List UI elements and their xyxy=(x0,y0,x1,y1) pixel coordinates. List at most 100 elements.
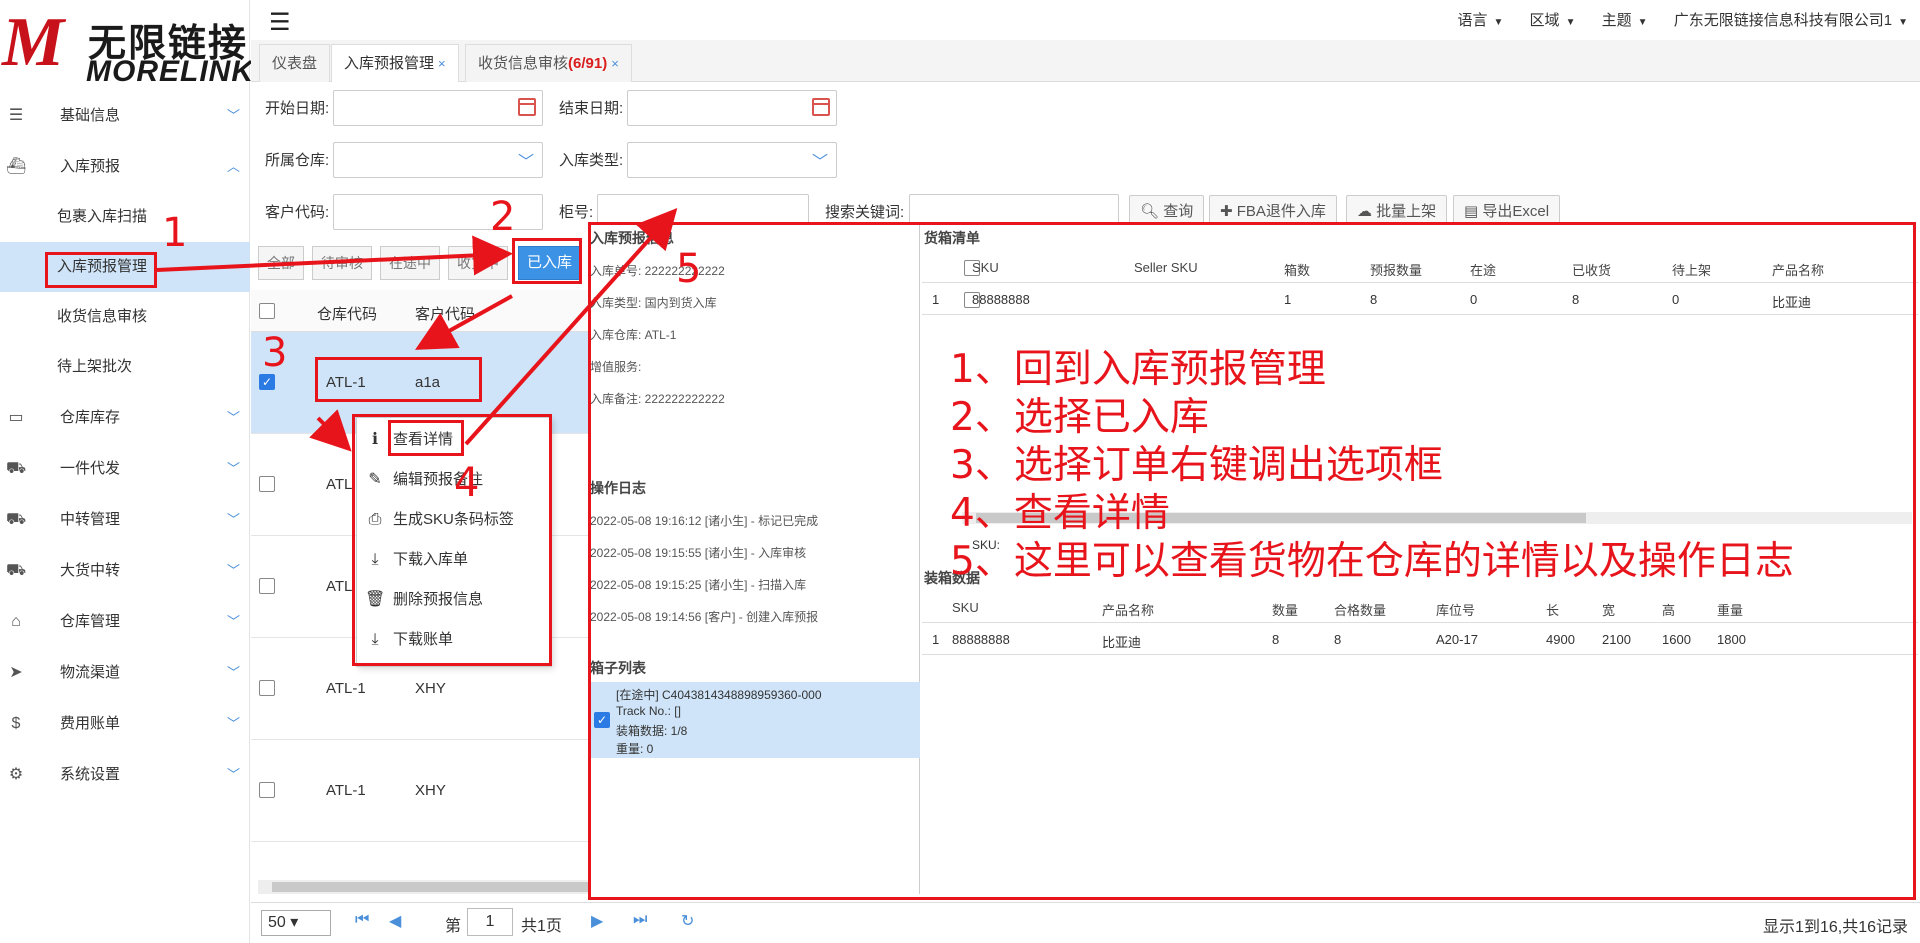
tab-bar: 仪表盘 入库预报管理 × 收货信息审核(6/91) × xyxy=(251,40,1920,82)
region-menu[interactable]: 区域 ▼ xyxy=(1530,12,1576,29)
select-all-checkbox[interactable] xyxy=(259,303,275,319)
start-date-input[interactable] xyxy=(333,90,543,126)
button-label: FBA退件入库 xyxy=(1236,203,1326,220)
col-customer-code: 客户代码 xyxy=(415,306,476,323)
row-checkbox[interactable] xyxy=(259,680,275,696)
sidebar-item-settings[interactable]: ⚙ 系统设置 ﹀ xyxy=(0,749,250,800)
scrollbar-thumb[interactable] xyxy=(272,882,588,892)
plus-icon: ✚ xyxy=(1220,203,1233,220)
refresh-icon[interactable]: ↻ xyxy=(681,911,694,931)
row-checkbox[interactable] xyxy=(259,782,275,798)
pointer-icon: ➤ xyxy=(9,664,23,681)
sidebar-item-inventory[interactable]: ▭ 仓库库存 ﹀ xyxy=(0,392,250,443)
caret-down-icon: ▼ xyxy=(1898,17,1908,28)
header-menu: 语言 ▼ 区域 ▼ 主题 ▼ 广东无限链接信息科技有限公司1 ▼ xyxy=(1435,9,1908,30)
theme-menu[interactable]: 主题 ▼ xyxy=(1602,12,1648,29)
sidebar-item-label: 仓库管理 xyxy=(60,613,121,630)
table-horizontal-scrollbar[interactable] xyxy=(258,880,588,894)
status-chip-receiving[interactable]: 收货中 xyxy=(448,246,508,280)
tab-dashboard[interactable]: 仪表盘 xyxy=(259,44,331,82)
sidebar-subitem-pending-shelving[interactable]: 待上架批次 xyxy=(0,342,250,392)
calendar-icon[interactable] xyxy=(518,98,536,116)
dollar-icon: $ xyxy=(11,715,21,732)
tab-label: 入库预报管理 xyxy=(344,55,435,72)
warehouse-select[interactable]: ﹀ xyxy=(333,142,543,178)
inbound-type-select[interactable]: ﹀ xyxy=(627,142,837,178)
tab-label: 仪表盘 xyxy=(272,55,318,72)
sidebar-item-label: 中转管理 xyxy=(60,511,121,528)
sidebar-item-logistics[interactable]: ➤ 物流渠道 ﹀ xyxy=(0,647,250,698)
annotation-box-3 xyxy=(315,357,482,402)
inbox-icon: ▭ xyxy=(8,409,24,426)
row-checkbox[interactable] xyxy=(259,476,275,492)
sidebar-item-label: 物流渠道 xyxy=(60,664,121,681)
end-date-label: 结束日期: xyxy=(559,100,624,117)
tab-receipt-review[interactable]: 收货信息审核(6/91) × xyxy=(465,44,632,82)
status-chip-in-transit[interactable]: 在途中 xyxy=(380,246,440,280)
sidebar-item-warehouse-management[interactable]: ⌂ 仓库管理 ﹀ xyxy=(0,596,250,647)
page-size-value: 50 xyxy=(268,914,286,931)
truck-icon: ⛟ xyxy=(6,460,27,477)
chevron-down-icon: ﹀ xyxy=(226,767,240,782)
sidebar-item-label: 一件代发 xyxy=(60,460,121,477)
chevron-down-icon: ﹀ xyxy=(226,410,240,425)
row-checkbox[interactable] xyxy=(259,578,275,594)
button-label: 导出Excel xyxy=(1482,203,1550,220)
chevron-down-icon: ﹀ xyxy=(226,665,240,680)
topbar: ☰ 语言 ▼ 区域 ▼ 主题 ▼ 广东无限链接信息科技有限公司1 ▼ xyxy=(251,0,1920,40)
close-icon[interactable]: × xyxy=(438,56,446,71)
sidebar-item-basic-info[interactable]: ☰ 基础信息 ﹀ xyxy=(0,90,250,141)
col-warehouse-code: 仓库代码 xyxy=(317,306,378,323)
row-checkbox[interactable]: ✓ xyxy=(259,374,275,390)
tab-inbound-management[interactable]: 入库预报管理 × xyxy=(331,44,459,82)
annotation-box-2 xyxy=(512,238,582,284)
status-chip-all[interactable]: 全部 xyxy=(258,246,304,280)
language-menu[interactable]: 语言 ▼ xyxy=(1457,12,1503,29)
sidebar-item-billing[interactable]: $ 费用账单 ﹀ xyxy=(0,698,250,749)
next-page-icon[interactable]: ▶ xyxy=(591,911,603,931)
sidebar-subitem-receipt-review[interactable]: 收货信息审核 xyxy=(0,292,250,342)
list-icon: ☰ xyxy=(8,107,24,124)
cell-customer: XHY xyxy=(415,680,446,697)
table-row[interactable]: ATL-1 XHY xyxy=(251,740,590,842)
annotation-number: 1 xyxy=(162,210,188,256)
sidebar-nav: ☰ 基础信息 ﹀ ⛴ 入库预报 ︿ 包裹入库扫描 入库预报管理 收货信息审核 待… xyxy=(0,90,250,800)
annotation-number: 3 xyxy=(262,330,288,376)
sidebar-item-transit[interactable]: ⛟ 中转管理 ﹀ xyxy=(0,494,250,545)
page-input[interactable]: 1 xyxy=(467,908,513,936)
sidebar-item-label: 费用账单 xyxy=(60,715,121,732)
sidebar-subitem-parcel-scan[interactable]: 包裹入库扫描 xyxy=(0,192,250,242)
sidebar-item-label: 基础信息 xyxy=(60,107,121,124)
close-icon[interactable]: × xyxy=(611,56,619,71)
annotation-box-1 xyxy=(45,252,157,288)
file-icon: ▤ xyxy=(1464,203,1479,220)
sidebar: M 无限链接 MORELINK ☰ 基础信息 ﹀ ⛴ 入库预报 ︿ 包裹入库扫描… xyxy=(0,0,253,943)
annotation-box-view-details xyxy=(388,420,464,456)
cabinet-label: 柜号: xyxy=(559,204,594,221)
page-size-select[interactable]: 50 ▾ xyxy=(261,910,331,936)
warehouse-label: 所属仓库: xyxy=(265,152,330,169)
prev-page-icon[interactable]: ◀ xyxy=(389,911,401,931)
menu-toggle-icon[interactable]: ☰ xyxy=(269,8,291,37)
tab-label: 收货信息审核 xyxy=(478,55,569,72)
sidebar-item-inbound-forecast[interactable]: ⛴ 入库预报 ︿ xyxy=(0,141,250,192)
button-label: 批量上架 xyxy=(1376,203,1437,220)
sidebar-item-label: 系统设置 xyxy=(60,766,121,783)
tab-badge: (6/91) xyxy=(568,55,608,72)
sidebar-item-bulk-transit[interactable]: ⛟ 大货中转 ﹀ xyxy=(0,545,250,596)
end-date-input[interactable] xyxy=(627,90,837,126)
chevron-down-icon: ﹀ xyxy=(226,108,240,123)
table-header: 仓库代码 客户代码 xyxy=(251,290,590,332)
chevron-down-icon: ﹀ xyxy=(226,716,240,731)
first-page-icon[interactable]: ⏮ xyxy=(355,911,369,929)
start-date-label: 开始日期: xyxy=(265,100,330,117)
home-icon: ⌂ xyxy=(11,613,21,630)
last-page-icon[interactable]: ⏭ xyxy=(633,911,647,929)
sidebar-item-dropship[interactable]: ⛟ 一件代发 ﹀ xyxy=(0,443,250,494)
status-chip-pending[interactable]: 待审核 xyxy=(312,246,372,280)
record-summary: 显示1到16,共16记录 xyxy=(1763,919,1908,936)
total-pages: 共1页 xyxy=(521,918,562,935)
calendar-icon[interactable] xyxy=(812,98,830,116)
company-menu[interactable]: 广东无限链接信息科技有限公司1 ▼ xyxy=(1674,12,1908,29)
sidebar-item-label: 入库预报 xyxy=(60,158,121,175)
